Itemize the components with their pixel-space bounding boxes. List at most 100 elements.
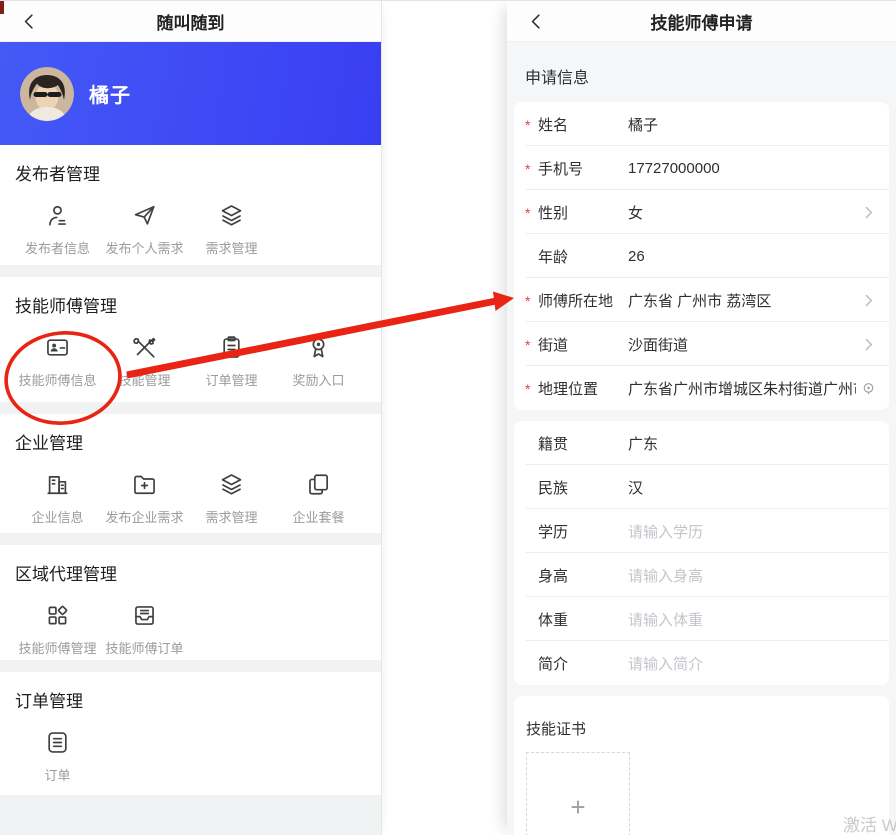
- activate-windows-watermark: 激活 Windows: [843, 816, 896, 835]
- tools-icon: [133, 337, 156, 358]
- menu-item-publisher-info[interactable]: 发布者信息: [14, 202, 101, 257]
- form-row-intro: 简介 请输入简介: [514, 641, 889, 685]
- section-title: 企业管理: [15, 434, 83, 453]
- required-asterisk: *: [525, 204, 531, 221]
- menu-item-label: 技能师傅信息: [18, 373, 97, 388]
- required-asterisk: *: [525, 336, 531, 353]
- id-card-icon: [47, 339, 68, 356]
- divider-gap: [507, 410, 896, 421]
- profile-banner: 橘子: [0, 42, 381, 145]
- street-picker[interactable]: 沙面街道: [628, 334, 856, 355]
- weight-input[interactable]: 请输入体重: [628, 609, 877, 630]
- copy-icon: [309, 474, 329, 495]
- menu-item-skill-management[interactable]: 技能管理: [101, 334, 188, 389]
- menu-item-agent-skill-master-orders[interactable]: 技能师傅订单: [101, 602, 188, 657]
- intro-input[interactable]: 请输入简介: [628, 653, 877, 674]
- menu-item-demand-management[interactable]: 需求管理: [188, 202, 275, 257]
- menu-item-reward-entry[interactable]: 奖励入口: [275, 334, 362, 389]
- age-field[interactable]: 26: [628, 248, 877, 265]
- geo-position-field[interactable]: 广东省广州市增城区朱村街道广州市: [628, 378, 856, 399]
- chevron-left-icon: [531, 14, 540, 29]
- divider-gap: [0, 533, 381, 545]
- left-navbar: 随叫随到: [0, 1, 381, 42]
- layers-icon: [221, 205, 242, 226]
- menu-item-enterprise-info[interactable]: 企业信息: [14, 471, 101, 526]
- ethnicity-field[interactable]: 汉: [628, 477, 877, 498]
- form-row-street[interactable]: * 街道 沙面街道: [514, 322, 889, 366]
- menu-item-label: 发布企业需求: [105, 510, 184, 525]
- section-order-management: 订单管理 订单: [0, 672, 381, 795]
- divider-gap: [0, 265, 381, 277]
- menu-item-order-management[interactable]: 订单管理: [188, 334, 275, 389]
- name-field[interactable]: 橘子: [628, 114, 877, 135]
- chevron-right-icon: [865, 294, 873, 306]
- section-publisher-management: 发布者管理 发布者信息 发布个人需求 需求管理: [0, 145, 381, 265]
- form-row-height: 身高 请输入身高: [514, 553, 889, 597]
- menu-item-publish-personal-demand[interactable]: 发布个人需求: [101, 202, 188, 257]
- window-edge-fragment: [0, 1, 4, 14]
- clipboard-icon: [223, 336, 240, 358]
- chevron-right-icon: [865, 338, 873, 350]
- required-asterisk: *: [525, 380, 531, 397]
- field-label: 街道: [538, 336, 569, 354]
- education-input[interactable]: 请输入学历: [628, 521, 877, 542]
- menu-item-demand-management-2[interactable]: 需求管理: [188, 471, 275, 526]
- menu-item-label: 技能师傅管理: [18, 641, 97, 656]
- field-label: 学历: [538, 523, 569, 541]
- divider-gap: [507, 685, 896, 696]
- form-row-master-location[interactable]: * 师傅所在地 广东省 广州市 荔湾区: [514, 278, 889, 322]
- form-row-geo-position[interactable]: * 地理位置 广东省广州市增城区朱村街道广州市: [514, 366, 889, 410]
- gender-picker[interactable]: 女: [628, 202, 856, 223]
- section-skill-master-management: 技能师傅管理 技能师傅信息 技能管理 订单管理 奖励入口: [0, 277, 381, 402]
- field-label: 手机号: [538, 160, 584, 178]
- section-regional-agent-management: 区域代理管理 技能师傅管理 技能师傅订单: [0, 545, 381, 660]
- menu-item-label: 订单管理: [205, 373, 258, 388]
- screenshot-stage: 随叫随到 橘子 发布者管理 发布者信息 发布个人需求 需求管理 技能师傅管理 技…: [0, 0, 896, 835]
- back-button[interactable]: [519, 1, 553, 42]
- menu-item-label: 需求管理: [205, 510, 258, 525]
- folder-plus-icon: [134, 475, 155, 495]
- right-screen: 技能师傅申请 申请信息 * 姓名 橘子 * 手机号 17727000000 * …: [507, 1, 896, 835]
- form-row-native-place: 籍贯 广东: [514, 421, 889, 465]
- required-asterisk: *: [525, 160, 531, 177]
- form-row-gender[interactable]: * 性别 女: [514, 190, 889, 234]
- field-label: 性别: [538, 204, 569, 222]
- menu-item-agent-skill-master-management[interactable]: 技能师傅管理: [14, 602, 101, 657]
- menu-item-label: 奖励入口: [292, 373, 345, 388]
- chevron-right-icon: [865, 206, 873, 218]
- menu-item-publish-enterprise-demand[interactable]: 发布企业需求: [101, 471, 188, 526]
- form-row-name: * 姓名 橘子: [514, 102, 889, 146]
- avatar-image: [20, 66, 74, 121]
- certificate-title: 技能证书: [526, 721, 587, 738]
- required-asterisk: *: [525, 116, 531, 133]
- menu-item-label: 订单: [44, 768, 71, 783]
- building-icon: [47, 476, 68, 495]
- section-title: 订单管理: [15, 692, 83, 711]
- phone-field[interactable]: 17727000000: [628, 160, 877, 177]
- menu-item-orders[interactable]: 订单: [14, 729, 101, 784]
- aim-location-icon[interactable]: [860, 380, 877, 397]
- avatar[interactable]: [20, 66, 74, 121]
- form-row-age: 年龄 26: [514, 234, 889, 278]
- left-screen: 随叫随到 橘子 发布者管理 发布者信息 发布个人需求 需求管理 技能师傅管理 技…: [0, 1, 382, 835]
- menu-item-enterprise-package[interactable]: 企业套餐: [275, 471, 362, 526]
- divider-gap: [0, 660, 381, 672]
- medal-icon: [312, 338, 325, 358]
- divider-gap: [0, 402, 381, 414]
- form-card-2: 籍贯 广东 民族 汉 学历 请输入学历 身高 请输入身高 体重 请输入体重 简介…: [514, 421, 889, 685]
- master-location-picker[interactable]: 广东省 广州市 荔湾区: [628, 290, 856, 311]
- plus-icon: +: [570, 792, 586, 822]
- form-section-header: 申请信息: [507, 42, 896, 102]
- layers-icon: [221, 474, 242, 495]
- field-label: 身高: [538, 567, 569, 585]
- form-row-education: 学历 请输入学历: [514, 509, 889, 553]
- field-label: 体重: [538, 611, 569, 629]
- native-place-field[interactable]: 广东: [628, 433, 877, 454]
- menu-item-label: 企业信息: [31, 510, 84, 525]
- menu-item-skill-master-info[interactable]: 技能师傅信息: [14, 334, 101, 389]
- inbox-icon: [135, 606, 154, 625]
- height-input[interactable]: 请输入身高: [628, 565, 877, 586]
- section-title: 区域代理管理: [15, 565, 117, 584]
- back-button[interactable]: [12, 1, 46, 42]
- upload-certificate-button[interactable]: +: [526, 752, 630, 835]
